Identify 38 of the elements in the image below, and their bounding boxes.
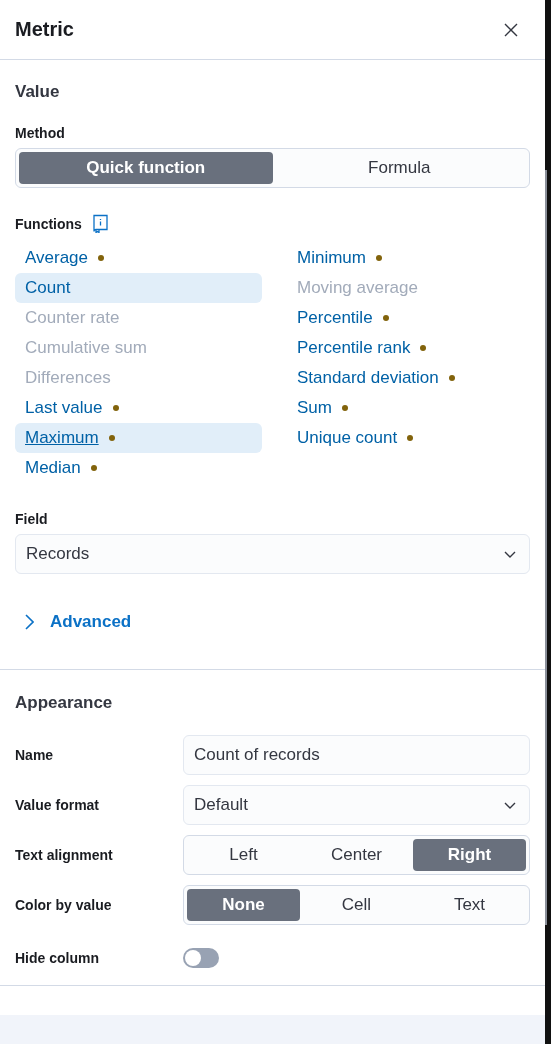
function-item[interactable]: Median: [15, 453, 262, 483]
row-label: Color by value: [15, 897, 113, 913]
function-item[interactable]: Last value: [15, 393, 262, 423]
section-heading: Appearance: [15, 693, 114, 713]
chevron-right-icon: [24, 614, 34, 630]
function-item[interactable]: Maximum: [15, 423, 262, 453]
segment-button[interactable]: Text: [413, 889, 526, 921]
segment-button[interactable]: Cell: [300, 889, 413, 921]
select-field[interactable]: Records: [15, 534, 530, 574]
method-label: Method: [15, 125, 66, 141]
input-field[interactable]: Count of records: [183, 735, 530, 775]
select-field[interactable]: Default: [183, 785, 530, 825]
row-label: Hide column: [15, 950, 100, 966]
segment-button[interactable]: Center: [300, 839, 413, 871]
function-item[interactable]: Count: [15, 273, 262, 303]
segment-button[interactable]: None: [187, 889, 300, 921]
flyout-title: Metric: [15, 18, 74, 41]
functions-label: Functions: [15, 215, 82, 232]
row-label: Text alignment: [15, 847, 114, 863]
section-heading: Value: [15, 82, 61, 102]
function-item[interactable]: Percentile: [287, 303, 530, 333]
row-label: Value format: [15, 797, 101, 813]
row-label: Name: [15, 747, 55, 763]
close-icon[interactable]: [504, 22, 518, 37]
function-item[interactable]: Unique count: [287, 423, 530, 453]
field-label: Field: [15, 511, 49, 527]
documentation-icon[interactable]: [91, 214, 109, 233]
function-item[interactable]: Percentile rank: [287, 333, 530, 363]
segment-button[interactable]: Quick function: [19, 152, 273, 184]
advanced-toggle[interactable]: Advanced: [24, 612, 132, 632]
function-item[interactable]: Average: [15, 243, 262, 273]
segment-button[interactable]: Formula: [272, 152, 526, 184]
toggle-switch[interactable]: [183, 948, 219, 968]
function-item[interactable]: Standard deviation: [287, 363, 530, 393]
segment-button[interactable]: Right: [413, 839, 526, 871]
function-item[interactable]: Minimum: [287, 243, 530, 273]
segment-button[interactable]: Left: [187, 839, 300, 871]
function-item[interactable]: Sum: [287, 393, 530, 423]
